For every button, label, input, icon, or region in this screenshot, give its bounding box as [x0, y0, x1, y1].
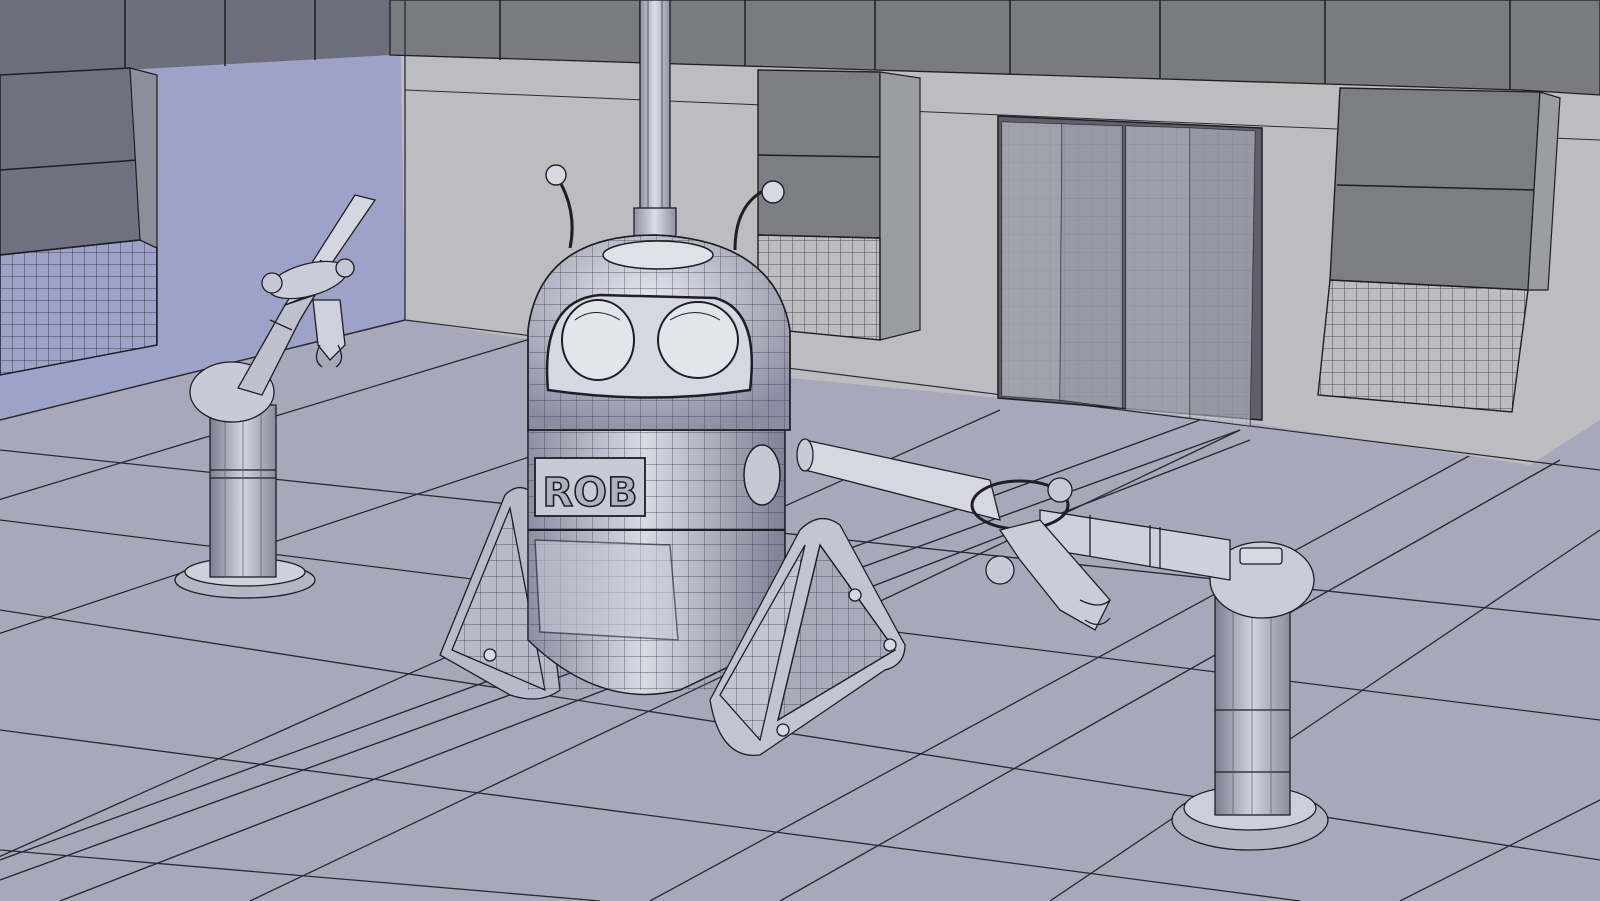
wireframe-robot-scene: ROB: [0, 0, 1600, 901]
robot-head: [527, 234, 791, 431]
robot-label: ROB: [542, 470, 637, 516]
ceiling-pole: [633, 0, 677, 244]
